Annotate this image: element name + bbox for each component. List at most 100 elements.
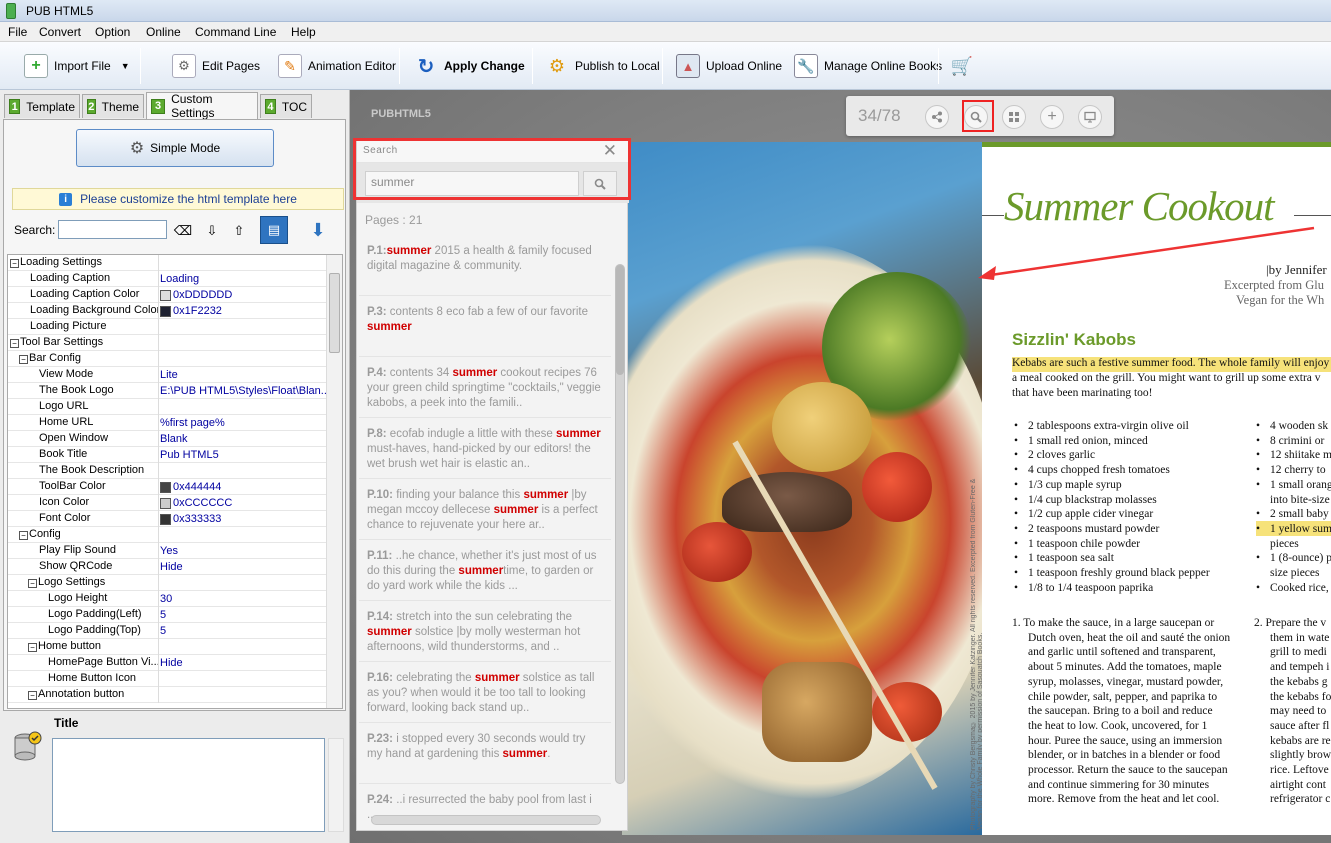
scrollbar-thumb[interactable]: [329, 273, 340, 353]
collapse-icon[interactable]: −: [10, 259, 19, 268]
menu-option[interactable]: Option: [95, 25, 130, 39]
edit-pages-button[interactable]: ⚙ Edit Pages: [172, 42, 260, 90]
property-value[interactable]: 0x444444: [160, 479, 326, 495]
search-result-item[interactable]: P.8: ecofab indugle a little with these …: [359, 419, 611, 479]
scrollbar-thumb[interactable]: [616, 265, 624, 375]
property-value[interactable]: [160, 671, 326, 687]
property-value[interactable]: 5: [160, 623, 326, 639]
property-value[interactable]: 30: [160, 591, 326, 607]
tab-toc[interactable]: 4 TOC: [260, 94, 312, 118]
color-swatch[interactable]: [160, 497, 171, 509]
collapse-icon[interactable]: −: [28, 691, 37, 700]
property-row[interactable]: Home URL %first page%: [8, 415, 326, 431]
cart-button[interactable]: 🛒: [950, 42, 980, 90]
collapse-icon[interactable]: −: [19, 531, 28, 540]
property-row[interactable]: Home Button Icon: [8, 671, 326, 687]
property-row[interactable]: The Book Description: [8, 463, 326, 479]
property-row[interactable]: ToolBar Color 0x444444: [8, 479, 326, 495]
menu-command-line[interactable]: Command Line: [195, 25, 276, 39]
search-result-item[interactable]: P.23: i stopped every 30 seconds would t…: [359, 724, 611, 784]
property-value[interactable]: 0x1F2232: [160, 303, 326, 319]
property-row[interactable]: Play Flip Sound Yes: [8, 543, 326, 559]
zoom-in-icon[interactable]: +: [1040, 105, 1064, 129]
property-row[interactable]: Loading Caption Loading: [8, 271, 326, 287]
dropdown-arrow-icon[interactable]: ▼: [121, 61, 130, 71]
property-value[interactable]: [160, 463, 326, 479]
manage-books-button[interactable]: 🔧 Manage Online Books: [794, 42, 942, 90]
simple-mode-button[interactable]: ⚙ Simple Mode: [76, 129, 274, 167]
property-row[interactable]: − Logo Settings: [8, 575, 326, 591]
property-row[interactable]: − Home button: [8, 639, 326, 655]
property-row[interactable]: − Tool Bar Settings: [8, 335, 326, 351]
property-row[interactable]: Logo URL: [8, 399, 326, 415]
menu-online[interactable]: Online: [146, 25, 181, 39]
property-value[interactable]: Blank: [160, 431, 326, 447]
sort-up-icon[interactable]: ⇧: [228, 220, 250, 242]
property-value[interactable]: Loading: [160, 271, 326, 287]
property-value[interactable]: 5: [160, 607, 326, 623]
property-value[interactable]: [160, 319, 326, 335]
property-row[interactable]: Logo Padding(Left) 5: [8, 607, 326, 623]
thumbnails-icon[interactable]: [1002, 105, 1026, 129]
tab-template[interactable]: 1 Template: [4, 94, 80, 118]
search-result-item[interactable]: P.4: contents 34 summer cookout recipes …: [359, 358, 611, 418]
property-row[interactable]: Loading Background Color 0x1F2232: [8, 303, 326, 319]
property-value[interactable]: Hide: [160, 559, 326, 575]
property-row[interactable]: Book Title Pub HTML5: [8, 447, 326, 463]
property-value[interactable]: 0xCCCCCC: [160, 495, 326, 511]
title-textarea-scrollbar[interactable]: [328, 738, 344, 832]
search-result-item[interactable]: P.14: stretch into the sun celebrating t…: [359, 602, 611, 662]
property-row[interactable]: View Mode Lite: [8, 367, 326, 383]
property-value[interactable]: [160, 575, 326, 591]
property-value[interactable]: Pub HTML5: [160, 447, 326, 463]
collapse-icon[interactable]: −: [19, 355, 28, 364]
property-value[interactable]: Lite: [160, 367, 326, 383]
property-value[interactable]: 0x333333: [160, 511, 326, 527]
settings-search-input[interactable]: [58, 220, 167, 239]
property-row[interactable]: Loading Caption Color 0xDDDDDD: [8, 287, 326, 303]
property-value[interactable]: [160, 399, 326, 415]
property-row[interactable]: Font Color 0x333333: [8, 511, 326, 527]
import-settings-icon[interactable]: ⬇: [304, 216, 332, 244]
tab-theme[interactable]: 2 Theme: [82, 94, 144, 118]
search-result-item[interactable]: P.16: celebrating the summer solstice as…: [359, 663, 611, 723]
collapse-icon[interactable]: −: [10, 339, 19, 348]
save-icon[interactable]: ▤: [260, 216, 288, 244]
property-row[interactable]: − Annotation button: [8, 687, 326, 703]
search-result-item[interactable]: P.10: finding your balance this summer |…: [359, 480, 611, 540]
property-row[interactable]: − Config: [8, 527, 326, 543]
property-row[interactable]: Open Window Blank: [8, 431, 326, 447]
color-swatch[interactable]: [160, 481, 171, 493]
fullscreen-icon[interactable]: [1078, 105, 1102, 129]
search-result-item[interactable]: P.1:summer 2015 a health & family focuse…: [359, 236, 611, 296]
property-value[interactable]: [160, 351, 326, 367]
property-row[interactable]: Loading Picture: [8, 319, 326, 335]
property-row[interactable]: Logo Padding(Top) 5: [8, 623, 326, 639]
property-value[interactable]: Yes: [160, 543, 326, 559]
collapse-icon[interactable]: −: [28, 579, 37, 588]
property-value[interactable]: E:\PUB HTML5\Styles\Float\Blan...: [160, 383, 326, 399]
menu-help[interactable]: Help: [291, 25, 316, 39]
property-value[interactable]: [160, 527, 326, 543]
title-textarea[interactable]: [52, 738, 325, 832]
menu-convert[interactable]: Convert: [39, 25, 81, 39]
menu-file[interactable]: File: [8, 25, 27, 39]
sort-down-icon[interactable]: ⇩: [201, 220, 223, 242]
tab-custom-settings[interactable]: 3 Custom Settings: [146, 92, 258, 120]
results-horizontal-scrollbar[interactable]: [371, 815, 601, 825]
share-icon[interactable]: [925, 105, 949, 129]
color-swatch[interactable]: [160, 289, 171, 301]
property-row[interactable]: Show QRCode Hide: [8, 559, 326, 575]
property-row[interactable]: HomePage Button Vi... Hide: [8, 655, 326, 671]
apply-change-button[interactable]: ↻ Apply Change: [414, 42, 525, 90]
property-row[interactable]: The Book Logo E:\PUB HTML5\Styles\Float\B…: [8, 383, 326, 399]
property-row[interactable]: − Loading Settings: [8, 255, 326, 271]
upload-online-button[interactable]: ▲ Upload Online: [676, 42, 782, 90]
color-swatch[interactable]: [160, 513, 171, 525]
search-result-item[interactable]: P.3: contents 8 eco fab a few of our fav…: [359, 297, 611, 357]
search-result-item[interactable]: P.11: ..he chance, whether it's just mos…: [359, 541, 611, 601]
property-row[interactable]: − Bar Config: [8, 351, 326, 367]
collapse-icon[interactable]: −: [28, 643, 37, 652]
property-row[interactable]: Logo Height 30: [8, 591, 326, 607]
property-grid-scrollbar[interactable]: [326, 255, 342, 708]
